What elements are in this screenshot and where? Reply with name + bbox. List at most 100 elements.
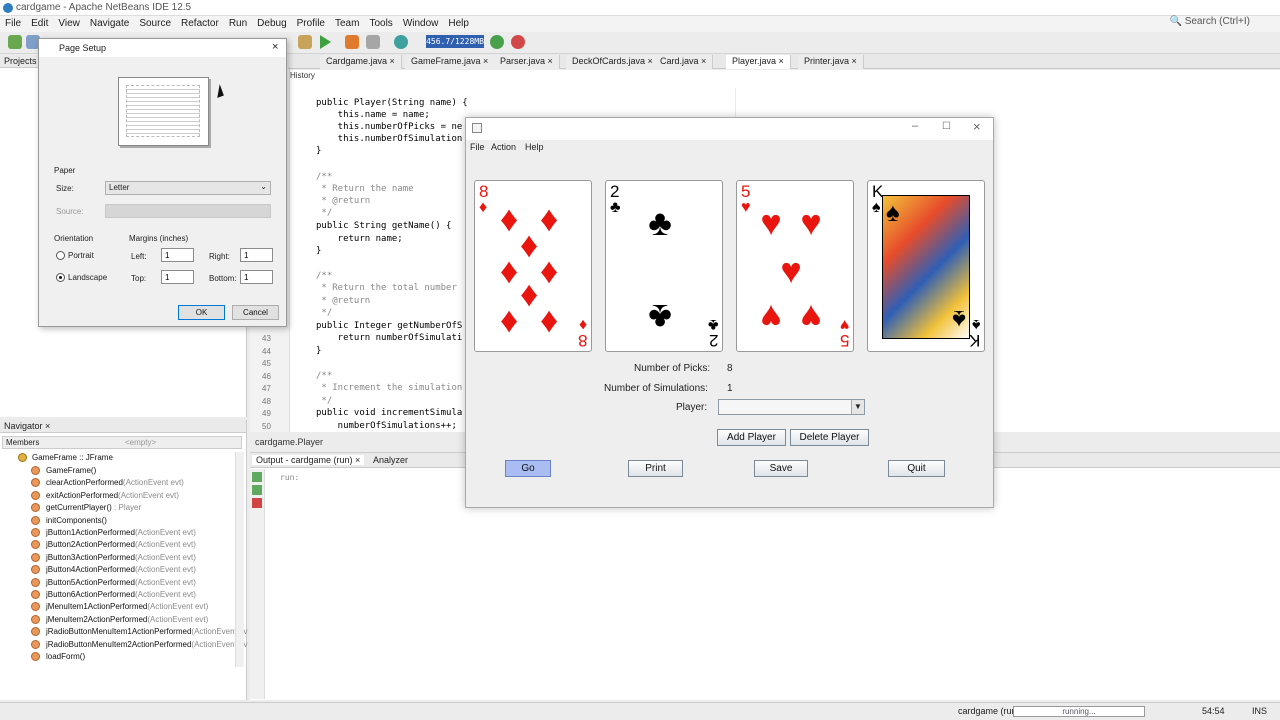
breadcrumb[interactable]: cardgame.Player [255, 437, 323, 447]
history-button[interactable]: History [290, 71, 315, 80]
left-margin-input[interactable] [161, 248, 194, 262]
card-rank: 2 [610, 182, 620, 201]
ok-button[interactable]: OK [178, 305, 225, 320]
menu-file[interactable]: File [0, 16, 26, 29]
menu-view[interactable]: View [53, 16, 85, 29]
player-combo[interactable]: ▼ [718, 399, 865, 415]
tab-card[interactable]: Card.java × [654, 55, 714, 69]
bottom-margin-input[interactable] [240, 270, 273, 284]
menu-edit[interactable]: Edit [26, 16, 53, 29]
navigator-item[interactable]: jRadioButtonMenuItem1ActionPerformed(Act… [46, 627, 247, 636]
navigator-root[interactable]: GameFrame :: JFrame [32, 453, 113, 462]
print-button[interactable]: Print [628, 460, 683, 477]
navigator-tab[interactable]: Navigator × [0, 420, 246, 433]
navigator-item[interactable]: getCurrentPlayer() : Player [46, 503, 141, 512]
members-selector[interactable]: Members <empty> [2, 436, 242, 449]
close-icon[interactable]: × [272, 41, 278, 53]
build-icon[interactable] [298, 35, 312, 49]
code-line: } [316, 246, 322, 256]
tab-gameframe[interactable]: GameFrame.java × [405, 55, 496, 69]
navigator-item[interactable]: loadForm() [46, 652, 85, 661]
go-button[interactable]: Go [505, 460, 551, 477]
quit-button[interactable]: Quit [888, 460, 945, 477]
editor-tabs: Cardgame.java × GameFrame.java × Parser.… [288, 54, 1280, 69]
code-line: /** [316, 371, 333, 381]
run-icon[interactable] [320, 35, 331, 49]
playing-card[interactable]: 5 ♥ 5 ♥ ♥ ♥ ♥ ♥ ♥ [736, 180, 854, 352]
chevron-down-icon[interactable]: ▼ [851, 400, 864, 414]
line-number: 43 [262, 334, 271, 343]
playing-card[interactable]: K ♠ K ♠ ♠ ♠ [867, 180, 985, 352]
navigator-item[interactable]: jButton1ActionPerformed(ActionEvent evt) [46, 528, 196, 537]
menu-window[interactable]: Window [398, 16, 444, 29]
card-corner-suit: ♣ [610, 199, 621, 216]
delete-player-button[interactable]: Delete Player [790, 429, 869, 446]
code-line: } [316, 146, 322, 156]
cg-menu-action[interactable]: Action [491, 142, 516, 152]
menu-profile[interactable]: Profile [292, 16, 330, 29]
menu-run[interactable]: Run [224, 16, 252, 29]
menu-team[interactable]: Team [330, 16, 364, 29]
cg-menu-file[interactable]: File [470, 142, 485, 152]
tab-printer[interactable]: Printer.java × [798, 55, 864, 69]
stop-output-icon[interactable] [252, 498, 262, 508]
output-tab[interactable]: Output - cardgame (run) × [252, 455, 365, 465]
stop-icon[interactable] [511, 35, 525, 49]
size-select[interactable]: Letter ⌄ [105, 181, 271, 195]
landscape-radio[interactable] [56, 273, 65, 282]
new-project-icon[interactable] [8, 35, 22, 49]
right-margin-input[interactable] [240, 248, 273, 262]
maximize-icon[interactable]: ☐ [942, 121, 951, 132]
navigator-item[interactable]: jMenuItem1ActionPerformed(ActionEvent ev… [46, 602, 208, 611]
tab-parser[interactable]: Parser.java × [494, 55, 560, 69]
method-icon [31, 639, 40, 649]
close-icon[interactable]: × [973, 119, 981, 134]
navigator-item[interactable]: exitActionPerformed(ActionEvent evt) [46, 491, 179, 500]
menu-refactor[interactable]: Refactor [176, 16, 224, 29]
top-margin-input[interactable] [161, 270, 194, 284]
navigator-item[interactable]: jButton6ActionPerformed(ActionEvent evt) [46, 590, 196, 599]
card-game-menu-bar: File Action Help [466, 140, 993, 156]
heap-indicator[interactable]: 456.7/1228MB [426, 35, 484, 48]
tab-player[interactable]: Player.java × [726, 55, 791, 69]
menu-source[interactable]: Source [134, 16, 176, 29]
menu-navigate[interactable]: Navigate [85, 16, 134, 29]
navigator-item[interactable]: initComponents() [46, 516, 107, 525]
navigator-item[interactable]: clearActionPerformed(ActionEvent evt) [46, 478, 184, 487]
cancel-button[interactable]: Cancel [232, 305, 279, 320]
debug-icon[interactable] [345, 35, 359, 49]
class-icon [18, 453, 27, 462]
menu-help[interactable]: Help [443, 16, 474, 29]
portrait-radio[interactable] [56, 251, 65, 260]
playing-card[interactable]: 8 ♦ 8 ♦ ♦ ♦ ♦ ♦ ♦ ♦ ♦ ♦ [474, 180, 592, 352]
members-filter[interactable]: <empty> [125, 438, 156, 447]
navigator-item[interactable]: jMenuItem2ActionPerformed(ActionEvent ev… [46, 615, 208, 624]
navigator-item[interactable]: jButton4ActionPerformed(ActionEvent evt) [46, 565, 196, 574]
minimize-icon[interactable]: – [912, 120, 918, 132]
paper-label: Paper [54, 166, 76, 175]
playing-card[interactable]: 2 ♣ 2 ♣ ♣ ♣ [605, 180, 723, 352]
menu-tools[interactable]: Tools [364, 16, 397, 29]
profile-icon[interactable] [366, 35, 380, 49]
gc-icon[interactable] [490, 35, 504, 49]
navigator-item[interactable]: jButton3ActionPerformed(ActionEvent evt) [46, 553, 196, 562]
rerun-with-params-icon[interactable] [252, 485, 262, 495]
save-button[interactable]: Save [754, 460, 808, 477]
profile-project-icon[interactable] [394, 35, 408, 49]
menu-debug[interactable]: Debug [252, 16, 291, 29]
tab-deckofcards[interactable]: DeckOfCards.java × [566, 55, 660, 69]
cg-menu-help[interactable]: Help [525, 142, 544, 152]
analyzer-tab[interactable]: Analyzer [373, 455, 408, 465]
navigator-item[interactable]: jRadioButtonMenuItem2ActionPerformed(Act… [46, 640, 247, 649]
add-player-button[interactable]: Add Player [717, 429, 786, 446]
navigator-item[interactable]: GameFrame() [46, 466, 96, 475]
ide-search[interactable]: 🔍 Search (Ctrl+I) [1169, 16, 1250, 27]
navigator-item[interactable]: jButton2ActionPerformed(ActionEvent evt) [46, 540, 196, 549]
rerun-icon[interactable] [252, 472, 262, 482]
ide-menu-bar: File Edit View Navigate Source Refactor Run Deb… [0, 16, 1280, 32]
navigator-scrollbar[interactable] [235, 452, 244, 667]
tab-cardgame[interactable]: Cardgame.java × [320, 55, 402, 69]
card-rank: K [968, 331, 980, 350]
card-corner-suit: ♣ [707, 316, 719, 333]
navigator-item[interactable]: jButton5ActionPerformed(ActionEvent evt) [46, 578, 196, 587]
